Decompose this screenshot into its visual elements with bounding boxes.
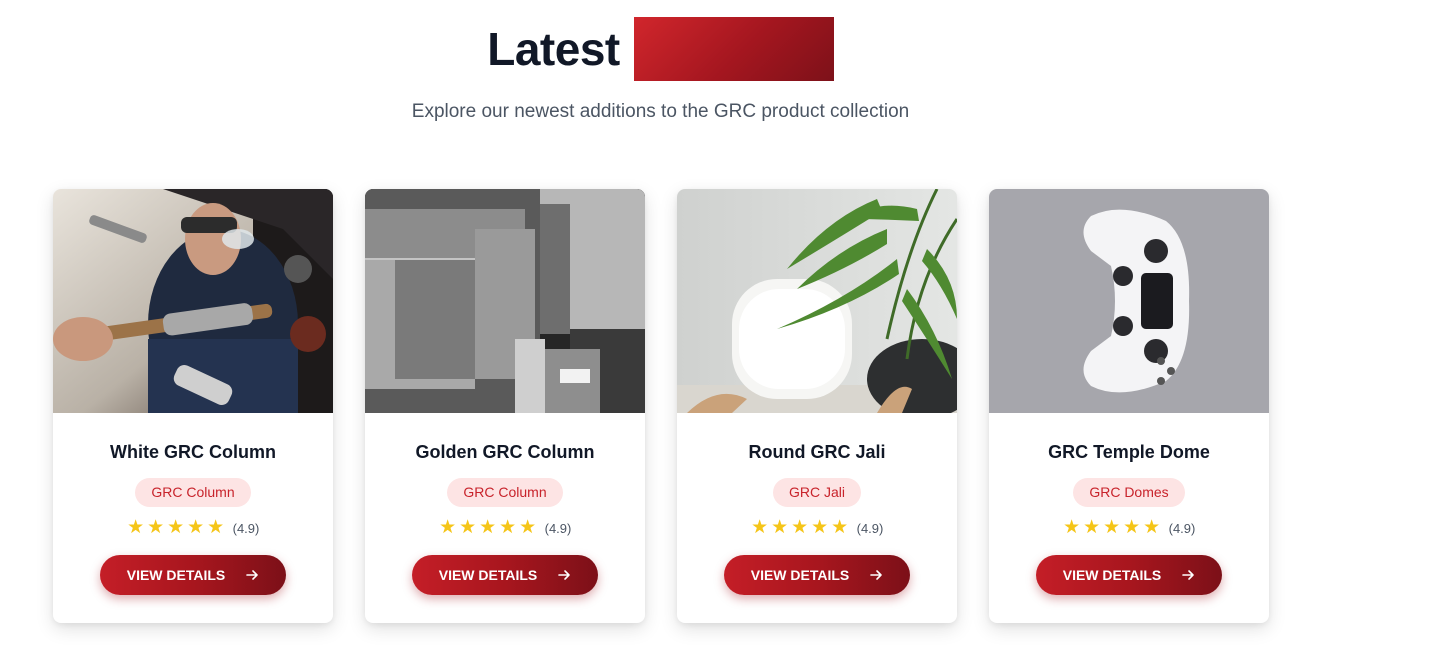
star-icon: ★ <box>439 517 457 538</box>
category-tag: GRC Jali <box>772 478 861 507</box>
product-title[interactable]: Golden GRC Column <box>365 441 645 463</box>
star-icon: ★ <box>791 517 809 538</box>
arrow-right-icon <box>558 570 571 580</box>
card-body: GRC Temple Dome GRC Domes ★ ★ ★ ★ ★ (4.9… <box>989 441 1269 595</box>
rating: ★ ★ ★ ★ ★ (4.9) <box>365 517 645 538</box>
product-grid: White GRC Column GRC Column ★ ★ ★ ★ ★ (4… <box>53 189 1269 623</box>
star-icon: ★ <box>519 517 537 538</box>
view-details-button[interactable]: VIEW DETAILS <box>1036 555 1222 595</box>
star-icon: ★ <box>167 517 185 538</box>
rating: ★ ★ ★ ★ ★ (4.9) <box>53 517 333 538</box>
star-icon: ★ <box>1103 517 1121 538</box>
star-icon: ★ <box>1083 517 1101 538</box>
page: Latest Explore our newest additions to t… <box>0 0 1429 660</box>
product-title[interactable]: Round GRC Jali <box>677 441 957 463</box>
view-details-label: VIEW DETAILS <box>750 567 850 583</box>
rating-value: (4.9) <box>544 520 572 536</box>
star-icon: ★ <box>831 517 849 538</box>
section-heading: Latest <box>0 17 1321 81</box>
heading-highlight <box>633 17 834 81</box>
view-details-label: VIEW DETAILS <box>126 567 226 583</box>
product-image[interactable] <box>677 189 957 413</box>
star-icon: ★ <box>479 517 497 538</box>
star-icon: ★ <box>771 517 789 538</box>
arrow-right-icon <box>246 570 259 580</box>
star-icon: ★ <box>127 517 145 538</box>
product-card: White GRC Column GRC Column ★ ★ ★ ★ ★ (4… <box>53 189 333 623</box>
view-details-label: VIEW DETAILS <box>438 567 538 583</box>
view-details-button[interactable]: VIEW DETAILS <box>412 555 598 595</box>
category-tag: GRC Column <box>447 478 563 507</box>
star-icon: ★ <box>811 517 829 538</box>
card-body: Golden GRC Column GRC Column ★ ★ ★ ★ ★ (… <box>365 441 645 595</box>
view-details-button[interactable]: VIEW DETAILS <box>100 555 286 595</box>
view-details-label: VIEW DETAILS <box>1062 567 1162 583</box>
view-details-button[interactable]: VIEW DETAILS <box>724 555 910 595</box>
rating: ★ ★ ★ ★ ★ (4.9) <box>989 517 1269 538</box>
star-icon: ★ <box>1143 517 1161 538</box>
rating-value: (4.9) <box>232 520 260 536</box>
product-title[interactable]: GRC Temple Dome <box>989 441 1269 463</box>
section-subtitle: Explore our newest additions to the GRC … <box>411 101 910 122</box>
rating-value: (4.9) <box>856 520 884 536</box>
star-icon: ★ <box>1123 517 1141 538</box>
rating: ★ ★ ★ ★ ★ (4.9) <box>677 517 957 538</box>
arrow-right-icon <box>1182 570 1195 580</box>
category-tag: GRC Domes <box>1073 478 1185 507</box>
star-icon: ★ <box>499 517 517 538</box>
product-image[interactable] <box>989 189 1269 413</box>
card-body: Round GRC Jali GRC Jali ★ ★ ★ ★ ★ (4.9) … <box>677 441 957 595</box>
star-icon: ★ <box>147 517 165 538</box>
product-card: Golden GRC Column GRC Column ★ ★ ★ ★ ★ (… <box>365 189 645 623</box>
star-icon: ★ <box>751 517 769 538</box>
star-icon: ★ <box>207 517 225 538</box>
product-card: GRC Temple Dome GRC Domes ★ ★ ★ ★ ★ (4.9… <box>989 189 1269 623</box>
arrow-right-icon <box>870 570 883 580</box>
star-icon: ★ <box>187 517 205 538</box>
product-image[interactable] <box>53 189 333 413</box>
star-icon: ★ <box>1063 517 1081 538</box>
rating-value: (4.9) <box>1168 520 1196 536</box>
product-card: Round GRC Jali GRC Jali ★ ★ ★ ★ ★ (4.9) … <box>677 189 957 623</box>
star-icon: ★ <box>459 517 477 538</box>
product-image[interactable] <box>365 189 645 413</box>
category-tag: GRC Column <box>135 478 251 507</box>
card-body: White GRC Column GRC Column ★ ★ ★ ★ ★ (4… <box>53 441 333 595</box>
product-title[interactable]: White GRC Column <box>53 441 333 463</box>
heading-word: Latest <box>487 23 620 75</box>
